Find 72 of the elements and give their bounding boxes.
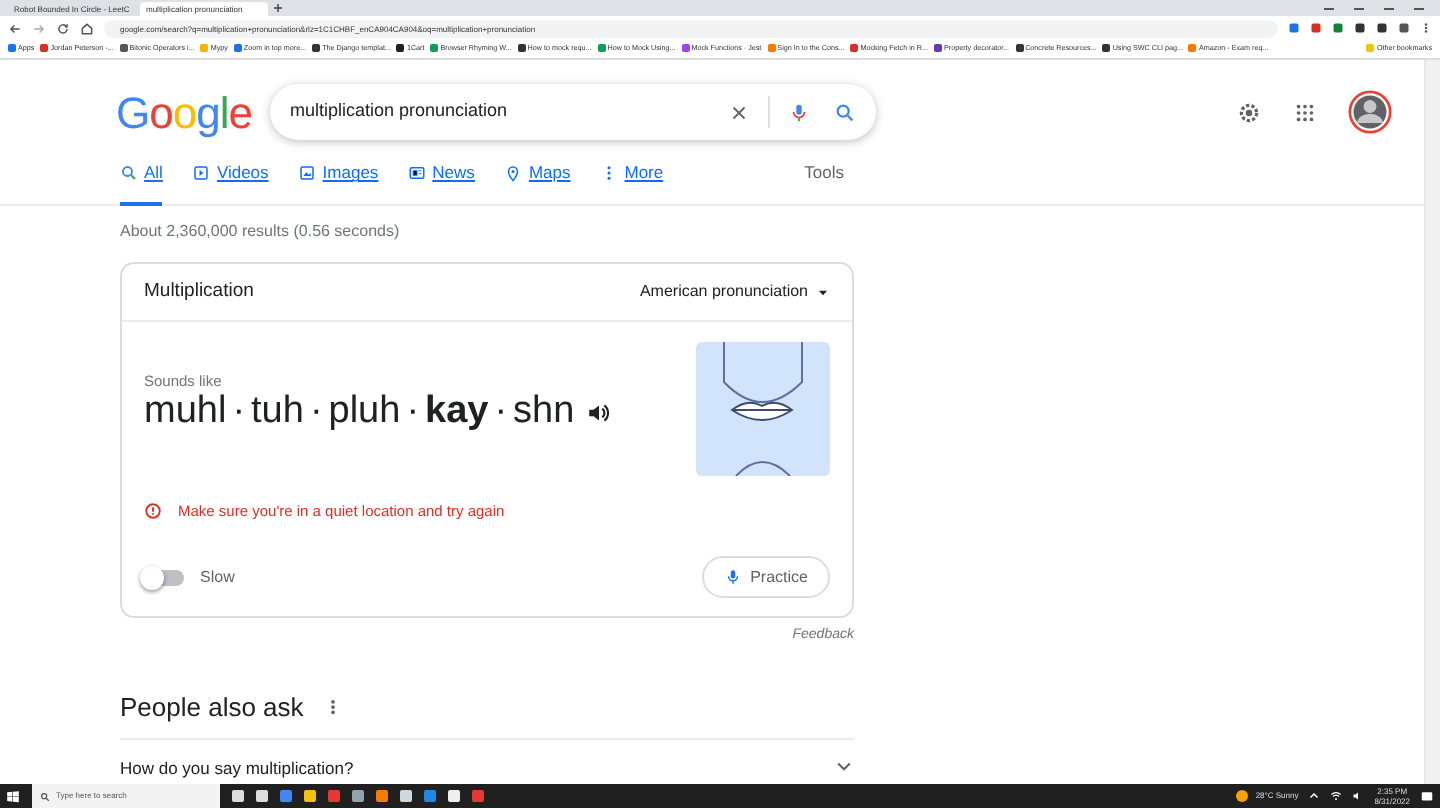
syllable-separator: · [406,392,420,435]
notification-icon[interactable] [1420,789,1434,803]
nav-tab[interactable]: Videos [192,160,269,206]
scrollbar[interactable] [1424,60,1440,784]
tools-button[interactable]: Tools [804,160,844,206]
back-arrow-icon[interactable] [8,21,22,35]
syllable-separator: · [309,392,323,435]
nav-tab[interactable]: Images [298,160,379,206]
nav-tab[interactable]: News [408,160,475,206]
bookmark-icon [517,44,526,53]
phonetic-syllable: shn [513,392,575,435]
slow-toggle[interactable] [144,569,184,586]
image-icon [298,164,317,183]
syllable-separator: · [494,392,508,435]
bookmark-icon [233,44,242,53]
syllable-separator: · [232,392,246,435]
settings-icon[interactable] [1236,99,1262,125]
bookmark-icon [312,44,321,53]
error-icon [144,502,162,521]
folder-icon [1366,44,1375,53]
bookmark-icon [1015,44,1024,53]
section-heading: People also ask [120,689,304,726]
speaker-icon[interactable] [586,400,613,427]
bookmark-icon [8,44,16,53]
home-icon[interactable] [80,21,94,35]
bookmark-icon [934,44,942,53]
new-tab-icon[interactable] [272,2,284,14]
slow-label: Slow [200,565,235,590]
bookmark-icon [597,44,606,53]
kebab-menu-icon[interactable] [1420,22,1432,34]
google-logo[interactable]: Google [116,79,270,145]
bookmark-icon [767,44,776,53]
microphone-icon [724,568,743,587]
bookmark-icon [850,44,859,53]
lips-illustration [696,342,830,476]
bookmark-icon [681,44,690,53]
accent-dropdown[interactable]: American pronunciation [639,280,830,304]
map-pin-icon [504,164,523,183]
bookmark-icon [200,44,209,53]
play-icon [192,164,211,183]
nav-tab[interactable]: Maps [504,160,571,206]
bookmark-icon [119,44,128,53]
reload-icon[interactable] [56,21,70,35]
phonetic-syllable: kay [425,392,489,435]
result-stats: About 2,360,000 results (0.56 seconds) [118,220,402,244]
wifi-icon[interactable] [1330,790,1343,802]
nav-tab[interactable]: More [600,160,664,206]
phonetic-syllable: pluh [328,392,401,435]
chevron-up-icon[interactable] [1308,790,1321,802]
minimize-icon[interactable] [1354,7,1364,9]
caret-icon [816,285,830,299]
nav-tab[interactable]: All [120,160,163,206]
search-icon[interactable] [834,101,856,123]
apps-grid-icon[interactable] [1294,101,1316,123]
word-title: Multiplication [144,277,254,306]
search-icon [120,164,138,183]
search-icon [40,791,50,801]
avatar-icon[interactable] [1348,90,1392,134]
sun-icon [1235,790,1248,802]
bookmark-icon [396,44,405,53]
bookmark-icon [430,44,439,53]
news-icon [408,164,427,183]
search-bar[interactable]: multiplication pronunciation [270,84,876,140]
windows-start-icon[interactable] [6,789,20,803]
phonetic-syllable: tuh [251,392,304,435]
bookmark-icon [1102,44,1111,53]
microphone-icon[interactable] [788,101,810,123]
practice-button[interactable]: Practice [702,556,830,599]
bookmark-icon [1188,44,1197,53]
question-item[interactable]: How do you say multiplication? [120,756,354,782]
phonetic-syllable: muhl [144,392,227,435]
bookmark-icon [40,44,49,53]
